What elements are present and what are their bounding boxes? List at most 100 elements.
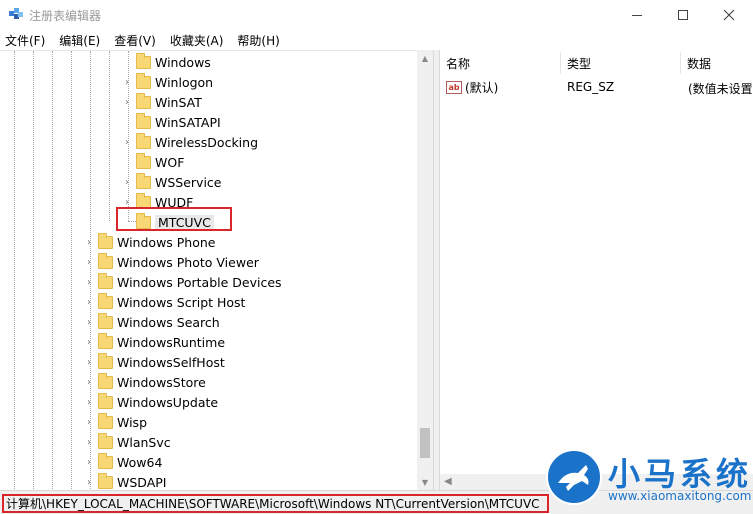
tree-item-label: WindowsUpdate	[117, 394, 219, 410]
expand-chevron-icon[interactable]: ›	[84, 397, 94, 408]
tree-item-label: WindowsSelfHost	[117, 354, 225, 370]
tree-item[interactable]: › Wisp	[84, 412, 147, 432]
maximize-icon	[678, 10, 688, 20]
menu-bar: 文件(F) 编辑(E) 查看(V) 收藏夹(A) 帮助(H)	[0, 30, 753, 50]
scroll-up-arrow-icon[interactable]: ▲	[417, 50, 433, 66]
tree-item[interactable]: Windows	[122, 52, 211, 72]
column-header-type[interactable]: 类型	[561, 52, 681, 74]
tree-item[interactable]: › Windows Portable Devices	[84, 272, 282, 292]
expand-chevron-icon[interactable]: ›	[84, 237, 94, 248]
tree-item-label: Windows	[155, 54, 211, 70]
expand-chevron-icon[interactable]: ›	[84, 457, 94, 468]
tree-item[interactable]: › Windows Photo Viewer	[84, 252, 259, 272]
tree-item-label: WinSAT	[155, 94, 202, 110]
folder-icon	[98, 252, 113, 269]
ab-string-icon: ab	[446, 80, 462, 94]
tree-item[interactable]: WOF	[122, 152, 184, 172]
tree-item-label: WindowsRuntime	[117, 334, 226, 350]
expand-chevron-icon[interactable]: ›	[84, 297, 94, 308]
tree-item[interactable]: › WindowsUpdate	[84, 392, 218, 412]
value-type: REG_SZ	[567, 80, 615, 94]
expand-chevron-icon[interactable]: ›	[84, 377, 94, 388]
close-button[interactable]	[706, 0, 752, 30]
folder-icon	[98, 432, 113, 449]
values-pane[interactable]: 名称 类型 数据 ab (默认) REG_SZ (数值未设置)	[440, 50, 753, 490]
expand-chevron-icon[interactable]: ›	[84, 257, 94, 268]
tree-item[interactable]: › Windows Search	[84, 312, 220, 332]
folder-icon	[98, 232, 113, 249]
tree-item[interactable]: › WlanSvc	[84, 432, 171, 452]
tree-scrollbar[interactable]: ▲ ▼	[417, 50, 433, 490]
maximize-button[interactable]	[660, 0, 706, 30]
folder-icon	[98, 452, 113, 469]
folder-icon	[136, 172, 151, 189]
tree-item-label: WSDAPI	[117, 474, 167, 490]
menu-favorites[interactable]: 收藏夹(A)	[170, 32, 224, 49]
registry-tree[interactable]: Windows › Winlogon › WinSAT WinSATAPI › Wireles…	[0, 50, 433, 490]
folder-icon	[98, 472, 113, 489]
tree-item[interactable]: › WirelessDocking	[122, 132, 258, 152]
menu-help[interactable]: 帮助(H)	[237, 32, 279, 49]
menu-file[interactable]: 文件(F)	[5, 32, 45, 49]
close-icon	[723, 9, 735, 21]
registry-path: 计算机\HKEY_LOCAL_MACHINE\SOFTWARE\Microsof…	[2, 494, 549, 513]
expand-chevron-icon[interactable]: ›	[84, 317, 94, 328]
tree-item-label: Wow64	[117, 454, 163, 470]
tree-guide-line	[14, 51, 15, 490]
expand-chevron-icon[interactable]: ›	[122, 197, 132, 208]
table-row[interactable]: ab (默认) REG_SZ (数值未设置)	[440, 77, 753, 97]
menu-edit[interactable]: 编辑(E)	[59, 32, 100, 49]
tree-item[interactable]: WinSATAPI	[122, 112, 221, 132]
tree-item[interactable]: › WindowsStore	[84, 372, 206, 392]
expand-chevron-icon[interactable]: ›	[84, 417, 94, 428]
minimize-icon	[632, 14, 642, 16]
tree-item-label: Windows Portable Devices	[117, 274, 282, 290]
regedit-app-icon	[9, 8, 23, 19]
folder-icon	[136, 132, 151, 149]
folder-icon	[98, 312, 113, 329]
folder-icon	[98, 272, 113, 289]
column-header-name[interactable]: 名称	[440, 52, 561, 74]
value-data: (数值未设置)	[688, 82, 753, 96]
watermark: 小马系统 www.xiaomaxitong.com	[546, 449, 753, 509]
tree-scroll-thumb[interactable]	[420, 428, 430, 458]
expand-chevron-icon[interactable]: ›	[122, 137, 132, 148]
tree-item[interactable]: › Windows Script Host	[84, 292, 245, 312]
tree-connector	[122, 157, 132, 167]
scroll-left-arrow-icon[interactable]: ◀	[444, 476, 452, 487]
tree-item-label: Winlogon	[155, 74, 214, 90]
tree-item[interactable]: › Winlogon	[122, 72, 213, 92]
title-bar: 注册表编辑器	[0, 0, 753, 30]
folder-icon	[98, 352, 113, 369]
tree-item[interactable]: › WindowsSelfHost	[84, 352, 225, 372]
horse-logo-icon	[546, 449, 602, 505]
scroll-down-arrow-icon[interactable]: ▼	[417, 474, 433, 490]
tree-item[interactable]: › WindowsRuntime	[84, 332, 225, 352]
menu-view[interactable]: 查看(V)	[114, 32, 156, 49]
expand-chevron-icon[interactable]: ›	[84, 437, 94, 448]
pane-splitter[interactable]	[433, 50, 440, 490]
tree-item-label: Windows Script Host	[117, 294, 246, 310]
tree-guide-line	[71, 51, 72, 490]
tree-item[interactable]: › WSDAPI	[84, 472, 166, 490]
tree-item-label: WinSATAPI	[155, 114, 221, 130]
tree-item-label: WlanSvc	[117, 434, 171, 450]
expand-chevron-icon[interactable]: ›	[84, 357, 94, 368]
watermark-url: www.xiaomaxitong.com	[608, 489, 752, 503]
tree-item-label: WirelessDocking	[155, 134, 259, 150]
folder-icon	[98, 412, 113, 429]
expand-chevron-icon[interactable]: ›	[122, 177, 132, 188]
expand-chevron-icon[interactable]: ›	[84, 337, 94, 348]
folder-icon	[98, 292, 113, 309]
expand-chevron-icon[interactable]: ›	[122, 97, 132, 108]
expand-chevron-icon[interactable]: ›	[122, 77, 132, 88]
minimize-button[interactable]	[614, 0, 660, 30]
column-header-data[interactable]: 数据	[681, 52, 753, 74]
tree-item[interactable]: › Wow64	[84, 452, 162, 472]
expand-chevron-icon[interactable]: ›	[84, 477, 94, 488]
tree-item[interactable]: › WinSAT	[122, 92, 202, 112]
expand-chevron-icon[interactable]: ›	[84, 277, 94, 288]
folder-icon	[98, 372, 113, 389]
tree-item[interactable]: › Windows Phone	[84, 232, 216, 252]
tree-item[interactable]: › WSService	[122, 172, 222, 192]
